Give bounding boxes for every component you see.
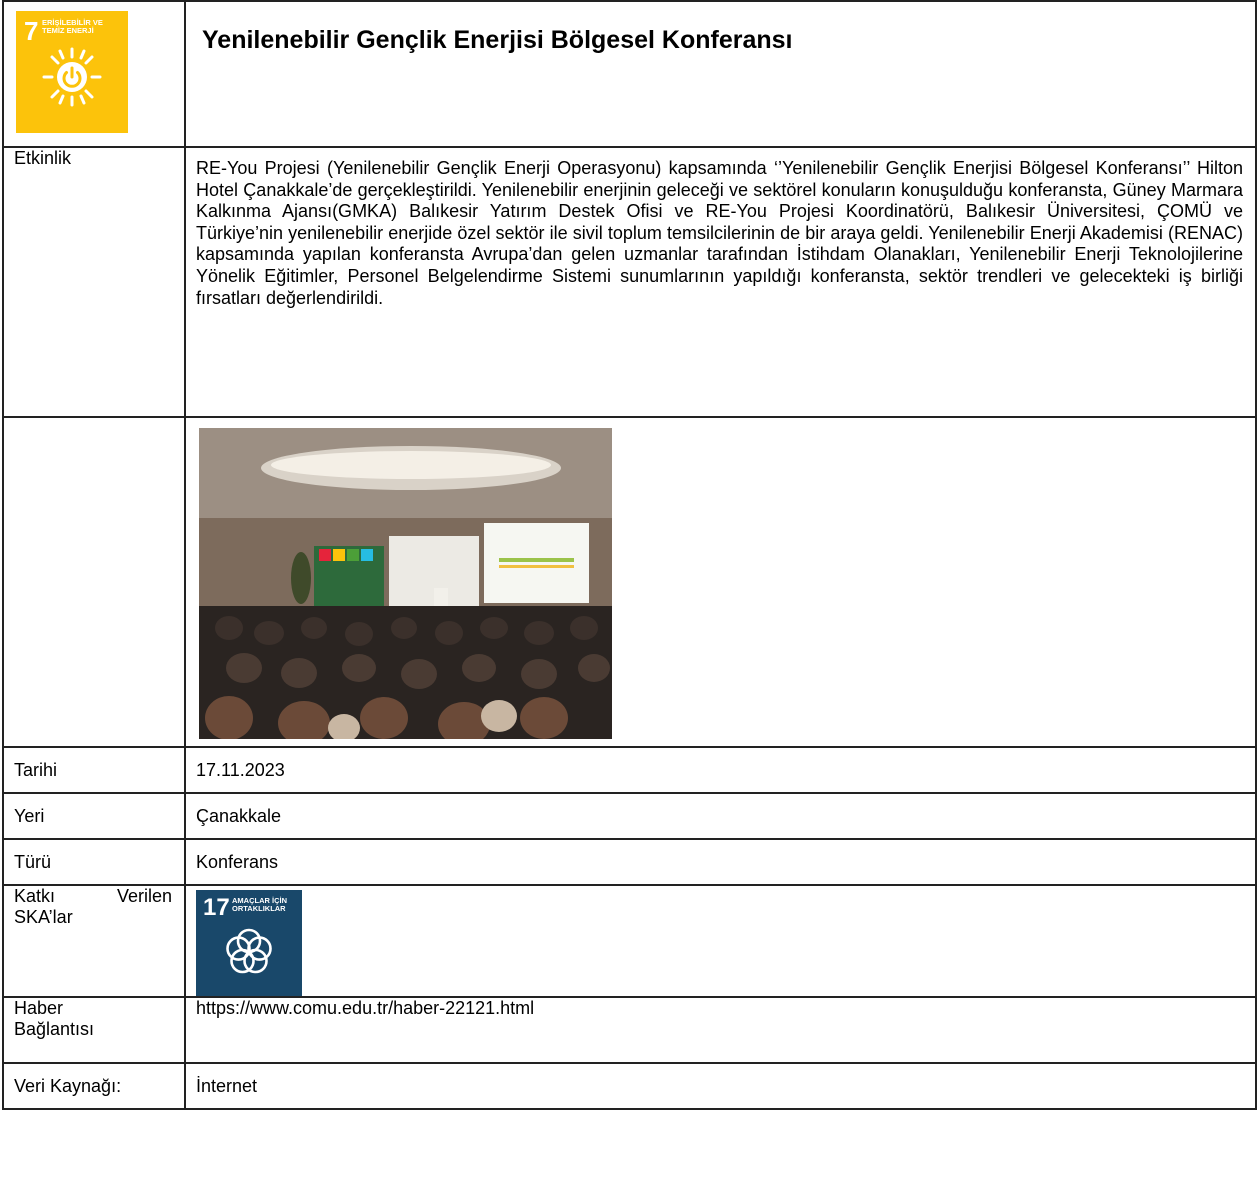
haber-cell: https://www.comu.edu.tr/haber-22121.html bbox=[184, 996, 1257, 1064]
header-row: 7 ERİŞİLEBİLİR VE TEMİZ ENERJİ Yenileneb… bbox=[2, 0, 1257, 148]
sdg-17-number: 17 bbox=[203, 894, 230, 921]
kaynak-row: Veri Kaynağı: İnternet bbox=[2, 1062, 1257, 1110]
kaynak-value: İnternet bbox=[184, 1062, 1257, 1110]
ska-cell: 17 AMAÇLAR İÇİN ORTAKLIKLAR bbox=[184, 884, 1257, 998]
yeri-row: Yeri Çanakkale bbox=[2, 792, 1257, 840]
tarihi-value: 17.11.2023 bbox=[184, 746, 1257, 794]
tarihi-row: Tarihi 17.11.2023 bbox=[2, 746, 1257, 794]
etkinlik-cell: RE-You Projesi (Yenilenebilir Gençlik En… bbox=[184, 146, 1257, 418]
sdg-7-badge: 7 ERİŞİLEBİLİR VE TEMİZ ENERJİ bbox=[16, 11, 128, 133]
etkinlik-label: Etkinlik bbox=[2, 146, 186, 418]
haber-link[interactable]: https://www.comu.edu.tr/haber-22121.html bbox=[196, 998, 534, 1018]
sdg-badge-cell: 7 ERİŞİLEBİLİR VE TEMİZ ENERJİ bbox=[2, 0, 186, 148]
sdg-title: ERİŞİLEBİLİR VE TEMİZ ENERJİ bbox=[42, 19, 103, 35]
ska-row: Katkı Verilen SKA’lar 17 AMAÇLAR İÇİN OR… bbox=[2, 884, 1257, 998]
kaynak-label: Veri Kaynağı: bbox=[2, 1062, 186, 1110]
info-table: 7 ERİŞİLEBİLİR VE TEMİZ ENERJİ Yenileneb… bbox=[2, 0, 1257, 1110]
ska-label-line2: SKA’lar bbox=[14, 907, 73, 927]
sdg-17-title: AMAÇLAR İÇİN ORTAKLIKLAR bbox=[232, 897, 287, 913]
etkinlik-text: RE-You Projesi (Yenilenebilir Gençlik En… bbox=[196, 158, 1243, 308]
ska-label: Katkı Verilen SKA’lar bbox=[2, 884, 186, 998]
turu-label: Türü bbox=[2, 838, 186, 886]
haber-row: Haber Bağlantısı https://www.comu.edu.tr… bbox=[2, 996, 1257, 1064]
ska-label-line1: Katkı Verilen bbox=[14, 886, 172, 906]
title-cell: Yenilenebilir Gençlik Enerjisi Bölgesel … bbox=[184, 0, 1257, 148]
haber-label-line1: Haber bbox=[14, 998, 64, 1018]
haber-label: Haber Bağlantısı bbox=[2, 996, 186, 1064]
tarihi-label: Tarihi bbox=[2, 746, 186, 794]
sdg-title-line2: TEMİZ ENERJİ bbox=[42, 26, 94, 35]
photo-cell bbox=[184, 416, 1257, 748]
sun-power-icon bbox=[42, 47, 102, 107]
yeri-label: Yeri bbox=[2, 792, 186, 840]
turu-row: Türü Konferans bbox=[2, 838, 1257, 886]
haber-label-line2: Bağlantısı bbox=[14, 1019, 95, 1039]
conference-photo-image bbox=[199, 428, 612, 739]
conference-photo bbox=[199, 428, 612, 739]
sdg-17-badge: 17 AMAÇLAR İÇİN ORTAKLIKLAR bbox=[196, 890, 302, 996]
page-title: Yenilenebilir Gençlik Enerjisi Bölgesel … bbox=[202, 26, 793, 54]
sdg-number: 7 bbox=[24, 16, 39, 46]
yeri-value: Çanakkale bbox=[184, 792, 1257, 840]
turu-value: Konferans bbox=[184, 838, 1257, 886]
photo-label-cell bbox=[2, 416, 186, 748]
flower-rings-icon bbox=[226, 928, 272, 974]
etkinlik-row: Etkinlik RE-You Projesi (Yenilenebilir G… bbox=[2, 146, 1257, 418]
photo-row bbox=[2, 416, 1257, 748]
sdg-17-title-line2: ORTAKLIKLAR bbox=[232, 904, 286, 913]
